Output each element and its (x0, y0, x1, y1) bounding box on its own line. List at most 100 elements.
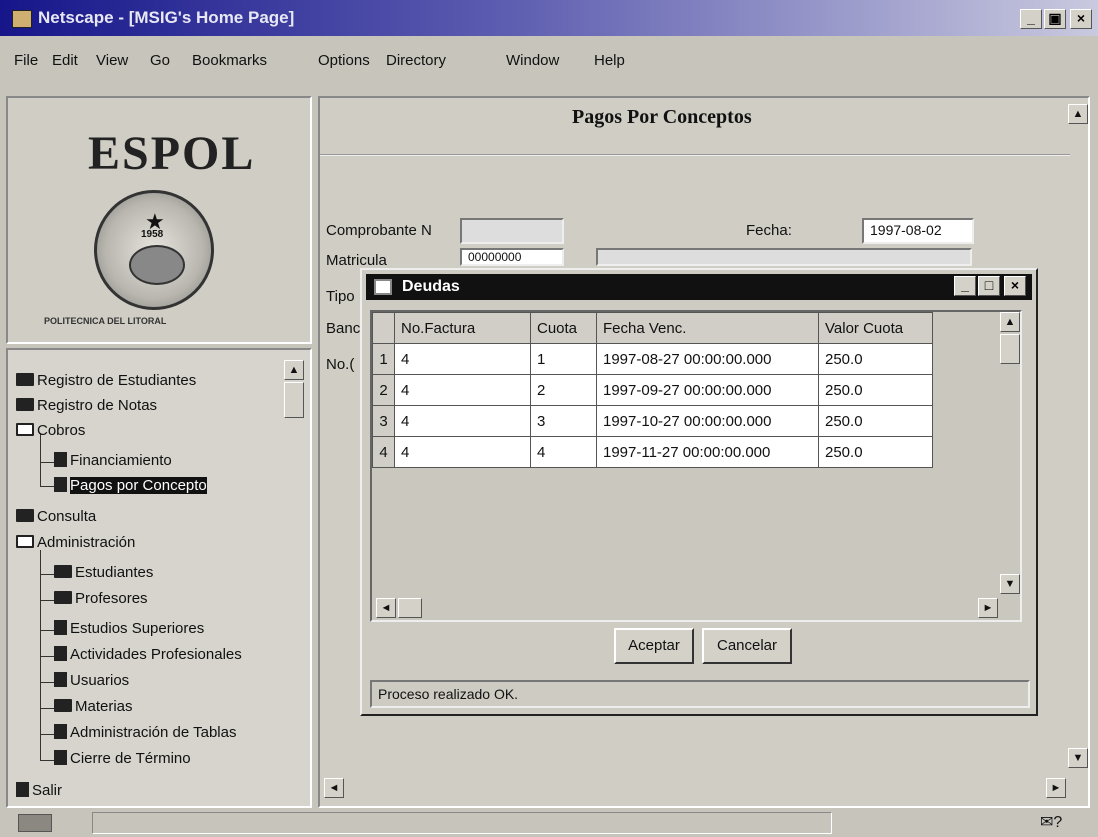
mail-icon[interactable]: ✉? (1040, 812, 1062, 832)
tree-item-registro-estudiantes[interactable]: Registro de Estudiantes (16, 370, 196, 392)
tree-item-usuarios[interactable]: Usuarios (54, 670, 129, 692)
matricula-field[interactable]: 00000000 (460, 248, 564, 266)
dialog-maximize-button[interactable]: □ (978, 276, 1000, 296)
tree-item-profesores[interactable]: Profesores (54, 588, 148, 610)
turtle-icon (129, 245, 185, 285)
espol-logo-text: ESPOL (88, 127, 256, 180)
tipo-label: Tipo (326, 288, 355, 305)
tree-item-administracion[interactable]: Administración (16, 532, 135, 554)
close-button[interactable]: × (1070, 9, 1092, 29)
maximize-button[interactable]: ▣ (1044, 9, 1066, 29)
column-header-fecha[interactable]: Fecha Venc. (596, 312, 819, 344)
grid-hscroll-thumb[interactable] (398, 598, 422, 618)
title-divider (320, 154, 1070, 156)
page-scroll-down-button[interactable]: ▼ (1068, 748, 1088, 768)
banco-label: Banc (326, 320, 361, 337)
column-header-factura[interactable]: No.Factura (394, 312, 531, 344)
accept-button[interactable]: Aceptar (614, 628, 694, 664)
comprobante-field[interactable] (460, 218, 564, 244)
folder-icon (54, 565, 72, 578)
espol-seal-icon: ★ 1958 (94, 190, 214, 310)
dialog-title: Deudas (402, 278, 460, 295)
dialog-minimize-button[interactable]: _ (954, 276, 976, 296)
matricula-label: Matricula (326, 252, 387, 269)
tree-scroll-thumb[interactable] (284, 382, 304, 418)
security-key-icon (18, 814, 52, 832)
page-scroll-up-button[interactable]: ▲ (1068, 104, 1088, 124)
document-icon (54, 750, 67, 765)
page-scroll-right-button[interactable]: ► (1046, 778, 1066, 798)
logo-footer: POLITECNICA DEL LITORAL (44, 316, 167, 326)
row-number-header (372, 312, 395, 344)
folder-icon (16, 509, 34, 522)
document-icon (54, 672, 67, 687)
tree-item-cierre-termino[interactable]: Cierre de Término (54, 748, 191, 770)
tree-item-cobros[interactable]: Cobros (16, 420, 85, 442)
status-message-area (92, 812, 832, 834)
folder-icon (16, 373, 34, 386)
tree-item-consulta[interactable]: Consulta (16, 506, 96, 528)
document-icon (54, 452, 67, 467)
netscape-icon (12, 10, 32, 28)
document-icon (54, 646, 67, 661)
dialog-status-bar: Proceso realizado OK. (370, 680, 1030, 708)
menu-directory[interactable]: Directory (386, 52, 446, 69)
tree-item-estudiantes[interactable]: Estudiantes (54, 562, 153, 584)
deudas-table: No.Factura Cuota Fecha Venc. Valor Cuota… (370, 310, 1022, 622)
menu-help[interactable]: Help (594, 52, 625, 69)
menu-view[interactable]: View (96, 52, 128, 69)
page-title: Pagos Por Conceptos (572, 106, 752, 128)
document-icon (16, 782, 29, 797)
dialog-close-button[interactable]: × (1004, 276, 1026, 296)
tree-item-registro-notas[interactable]: Registro de Notas (16, 395, 157, 417)
page-scroll-left-button[interactable]: ◄ (324, 778, 344, 798)
menu-file[interactable]: File (14, 52, 38, 69)
logo-panel: ESPOL ★ 1958 POLITECNICA DEL LITORAL (6, 96, 312, 344)
tree-item-pagos-por-concepto[interactable]: Pagos por Concepto (54, 475, 207, 497)
fecha-field[interactable]: 1997-08-02 (862, 218, 974, 244)
table-row[interactable]: 3 4 3 1997-10-27 00:00:00.000 250.0 (372, 405, 933, 437)
table-row[interactable]: 4 4 4 1997-11-27 00:00:00.000 250.0 (372, 436, 933, 468)
menu-go[interactable]: Go (150, 52, 170, 69)
dialog-window-icon (374, 279, 392, 295)
deudas-dialog: Deudas _ □ × No.Factura Cuota Fecha Venc… (360, 268, 1038, 716)
navigation-tree: Registro de Estudiantes Registro de Nota… (6, 348, 312, 808)
tree-item-materias[interactable]: Materias (54, 696, 133, 718)
menu-window[interactable]: Window (506, 52, 559, 69)
tree-item-financiamiento[interactable]: Financiamiento (54, 450, 172, 472)
cancel-button[interactable]: Cancelar (702, 628, 792, 664)
grid-scroll-right-button[interactable]: ► (978, 598, 998, 618)
grid-vscroll-thumb[interactable] (1000, 334, 1020, 364)
folder-icon (54, 699, 72, 712)
table-row[interactable]: 1 4 1 1997-08-27 00:00:00.000 250.0 (372, 343, 933, 375)
grid-scroll-left-button[interactable]: ◄ (376, 598, 396, 618)
menu-bookmarks[interactable]: Bookmarks (192, 52, 267, 69)
tree-item-estudios-superiores[interactable]: Estudios Superiores (54, 618, 204, 640)
menu-bar: File Edit View Go Bookmarks Options Dire… (0, 36, 1098, 86)
student-name-field[interactable] (596, 248, 972, 266)
window-title: Netscape - [MSIG's Home Page] (38, 8, 295, 27)
dialog-title-bar: Deudas _ □ × (366, 274, 1032, 300)
menu-edit[interactable]: Edit (52, 52, 78, 69)
status-bar: ✉? (0, 810, 1098, 837)
tree-item-actividades-profesionales[interactable]: Actividades Profesionales (54, 644, 242, 666)
column-header-valor[interactable]: Valor Cuota (818, 312, 933, 344)
document-icon (54, 477, 67, 492)
grid-scroll-up-button[interactable]: ▲ (1000, 312, 1020, 332)
open-folder-icon (16, 535, 34, 548)
table-row[interactable]: 2 4 2 1997-09-27 00:00:00.000 250.0 (372, 374, 933, 406)
folder-icon (54, 591, 72, 604)
folder-icon (16, 398, 34, 411)
tree-scroll-up-button[interactable]: ▲ (284, 360, 304, 380)
menu-options[interactable]: Options (318, 52, 370, 69)
tree-item-salir[interactable]: Salir (16, 780, 62, 802)
seal-year: 1958 (141, 229, 164, 240)
column-header-cuota[interactable]: Cuota (530, 312, 597, 344)
grid-scroll-down-button[interactable]: ▼ (1000, 574, 1020, 594)
comprobante-label: Comprobante N (326, 222, 432, 239)
no-label: No.( (326, 356, 355, 373)
tree-item-administracion-tablas[interactable]: Administración de Tablas (54, 722, 236, 744)
open-folder-icon (16, 423, 34, 436)
minimize-button[interactable]: _ (1020, 9, 1042, 29)
document-icon (54, 620, 67, 635)
